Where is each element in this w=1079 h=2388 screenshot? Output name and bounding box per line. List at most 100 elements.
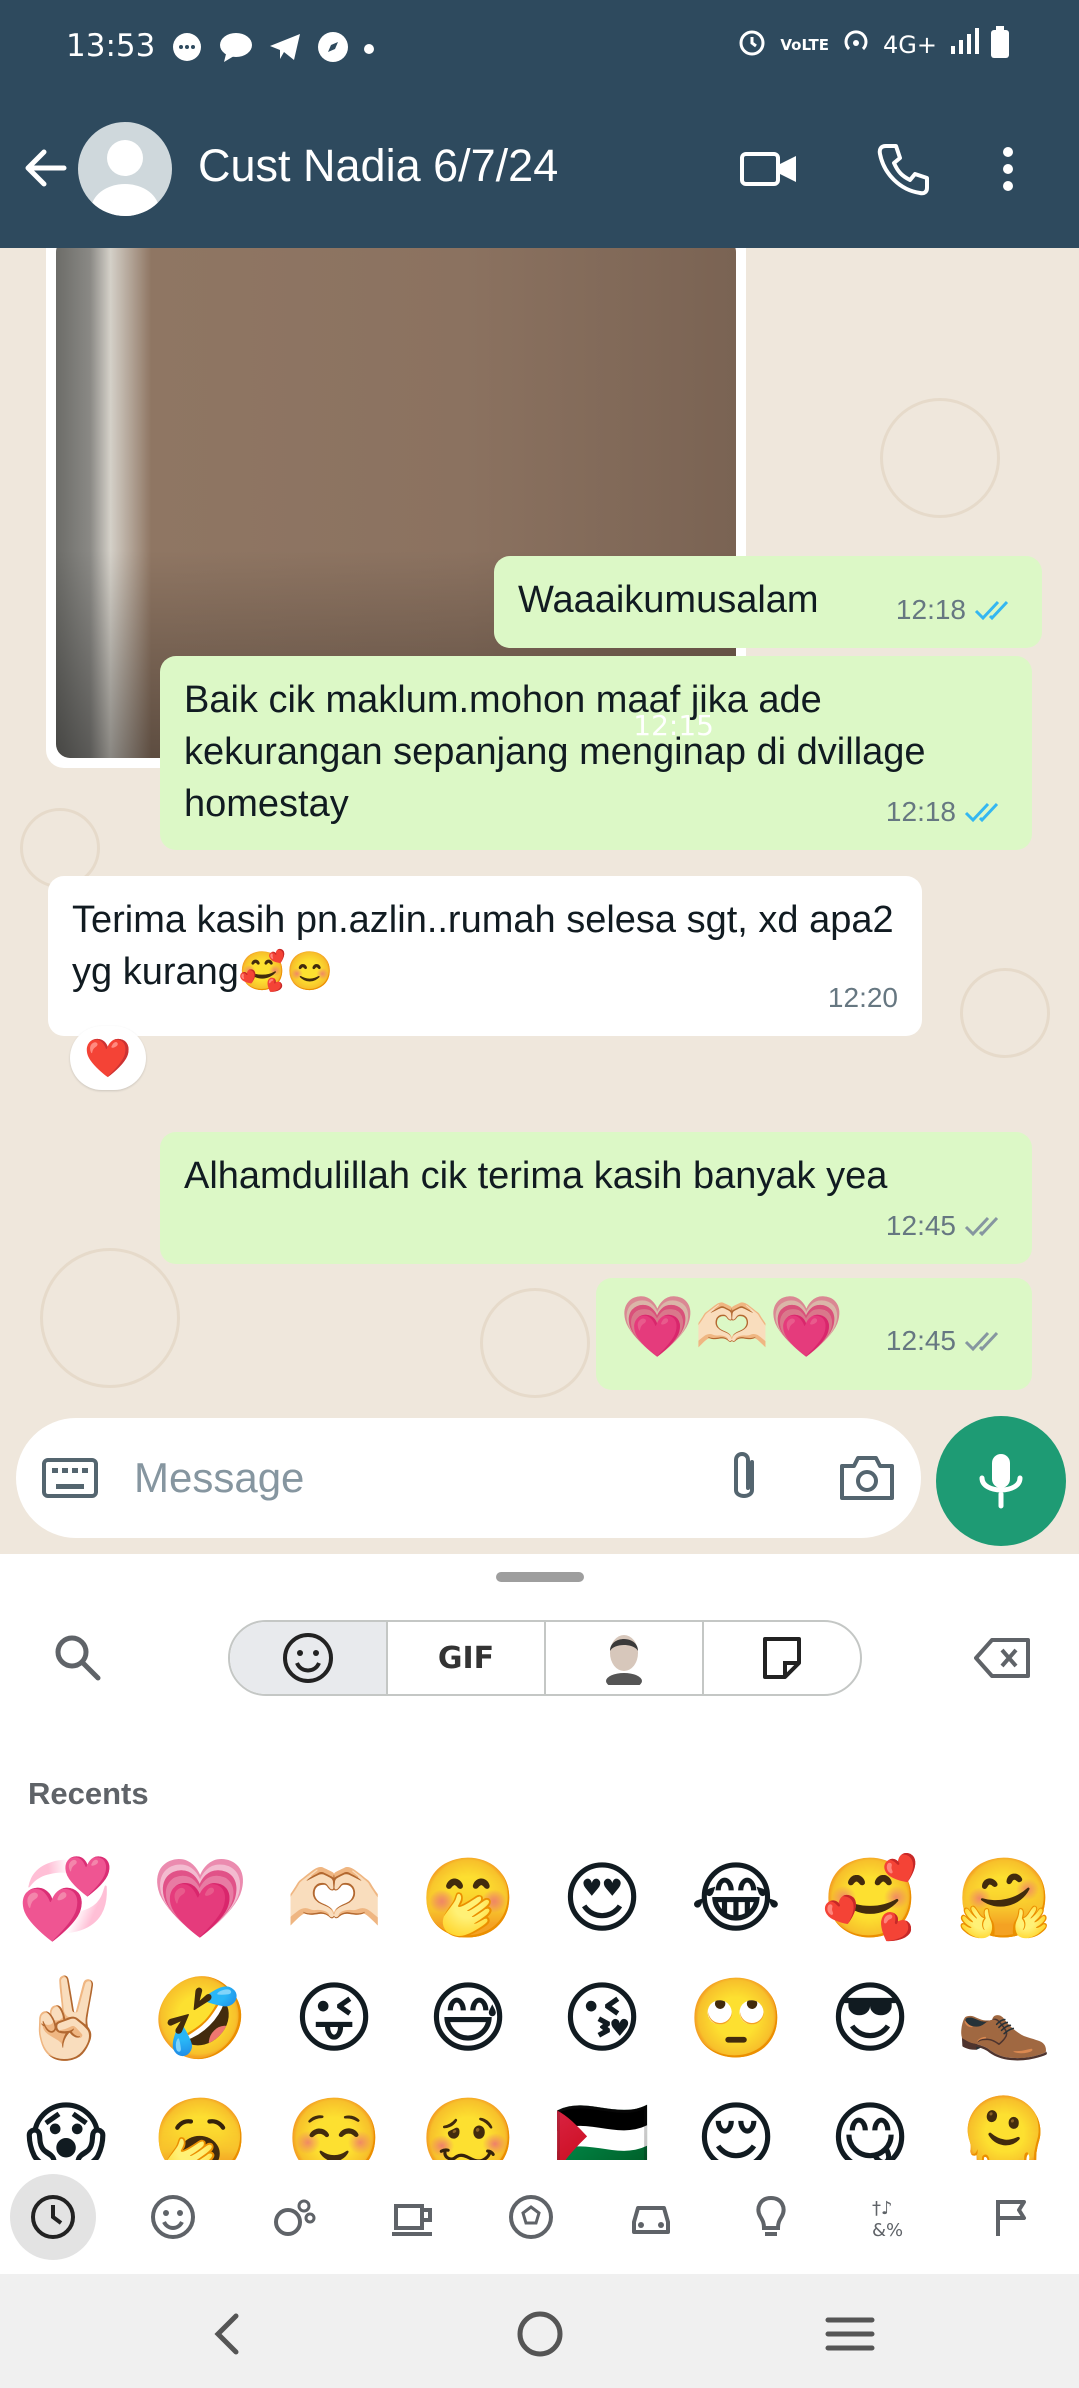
nav-back-icon[interactable]: [198, 2304, 258, 2364]
message-bubble[interactable]: Waaaikumusalam 12:18: [494, 556, 1042, 648]
attach-icon[interactable]: [716, 1448, 772, 1508]
emoji-item[interactable]: 💞: [6, 1844, 126, 1954]
delivered-receipt-icon: [964, 1216, 999, 1237]
message-meta: 12:20: [828, 972, 898, 1024]
wallpaper-doodle: [40, 1248, 180, 1388]
food-icon[interactable]: [370, 2174, 456, 2260]
wallpaper-doodle: [880, 398, 1000, 518]
microphone-icon: [979, 1454, 1023, 1509]
activity-icon[interactable]: [488, 2174, 574, 2260]
emoji-category-bar: †♪ &%: [0, 2160, 1079, 2274]
emoji-item[interactable]: 😂: [676, 1844, 796, 1954]
compass-icon: [316, 30, 350, 68]
message-input[interactable]: Message: [134, 1454, 304, 1502]
message-text: Waaaikumusalam: [518, 579, 819, 621]
read-receipt-icon: [974, 600, 1009, 621]
signal-icon: [949, 28, 979, 62]
emoji-item[interactable]: 😜: [274, 1964, 394, 2074]
emoji-item[interactable]: ✌🏻: [6, 1964, 126, 2074]
chat-notification-icon: [170, 30, 204, 68]
chat-title[interactable]: Cust Nadia 6/7/24: [198, 140, 558, 192]
back-arrow-icon[interactable]: [18, 140, 74, 196]
recent-icon[interactable]: [10, 2174, 96, 2260]
contact-avatar[interactable]: [78, 122, 172, 216]
emoji-item[interactable]: 😍: [542, 1844, 662, 1954]
flags-icon[interactable]: [968, 2174, 1054, 2260]
nav-recents-icon[interactable]: [820, 2304, 880, 2364]
recents-heading: Recents: [28, 1776, 149, 1811]
status-time: 13:53: [66, 28, 156, 64]
emoji-item[interactable]: 😅: [408, 1964, 528, 2074]
wallpaper-doodle: [960, 968, 1050, 1058]
message-meta: 12:45: [886, 1200, 1008, 1252]
wallpaper-doodle: [480, 1288, 590, 1398]
smiley-icon[interactable]: [130, 2174, 216, 2260]
emoji-item[interactable]: 💗: [140, 1844, 260, 1954]
emoji-item[interactable]: 🙄: [676, 1964, 796, 2074]
travel-icon[interactable]: [608, 2174, 694, 2260]
chat-area[interactable]: 12:15 Waaaikumusalam 12:18 Baik cik makl…: [0, 248, 1079, 1418]
message-composer: Message: [16, 1418, 921, 1538]
battery-icon: [991, 26, 1009, 64]
message-meta: 12:45: [886, 1304, 1008, 1378]
system-icons: VoLTE 4G+: [736, 26, 1009, 64]
tab-emoji[interactable]: [230, 1622, 386, 1694]
emoji-item[interactable]: 🥰: [810, 1844, 930, 1954]
message-text: 💗🫶🏻💗: [620, 1293, 845, 1360]
tab-gif[interactable]: GIF: [386, 1622, 544, 1694]
sticker-icon: [763, 1637, 801, 1679]
more-options-icon[interactable]: [988, 138, 1028, 200]
camera-icon[interactable]: [836, 1448, 898, 1508]
message-time: 12:45: [885, 1210, 956, 1241]
emoji-item[interactable]: 🤭: [408, 1844, 528, 1954]
symbols-icon[interactable]: †♪ &%: [848, 2174, 934, 2260]
emoji-item[interactable]: 🫶🏻: [274, 1844, 394, 1954]
message-bubble[interactable]: Terima kasih pn.azlin..rumah selesa sgt,…: [48, 876, 922, 1036]
app-header: 13:53 VoLTE 4G+ Cust Nadia 6/7/24: [0, 0, 1079, 248]
more-notifications-dot: [364, 44, 374, 54]
smiley-icon: [283, 1633, 333, 1683]
hotspot-icon: [841, 27, 871, 63]
emoji-grid: 💞 💗 🫶🏻 🤭 😍 😂 🥰 🤗 ✌🏻 🤣 😜 😅 😘 🙄 😎 👞 😱 🥱 ☺️…: [0, 1844, 1079, 2175]
svg-text:†♪: †♪: [872, 2198, 893, 2219]
gif-label: GIF: [437, 1640, 495, 1676]
tab-sticker[interactable]: [702, 1622, 860, 1694]
backspace-icon[interactable]: [974, 1636, 1032, 1680]
emoji-item[interactable]: 👞: [944, 1964, 1064, 2074]
avatar-sticker-icon: [606, 1635, 642, 1685]
volte-icon: VoLTE: [780, 35, 830, 54]
message-bubble-icon: [218, 30, 254, 68]
status-bar: 13:53 VoLTE 4G+: [0, 0, 1079, 96]
search-icon[interactable]: [50, 1630, 104, 1684]
telegram-icon: [268, 32, 302, 66]
network-type: 4G+: [883, 31, 937, 59]
message-time: 12:18: [895, 594, 966, 625]
message-bubble[interactable]: 💗🫶🏻💗 12:45: [596, 1278, 1032, 1390]
animals-icon[interactable]: [250, 2174, 336, 2260]
message-reaction[interactable]: ❤️: [70, 1026, 146, 1090]
emoji-item[interactable]: 🤣: [140, 1964, 260, 2074]
message-time: 12:45: [885, 1325, 956, 1356]
voice-record-button[interactable]: [936, 1416, 1066, 1546]
message-meta: 12:18: [896, 584, 1018, 636]
tab-avatar[interactable]: [544, 1622, 702, 1694]
emoji-item[interactable]: 😘: [542, 1964, 662, 2074]
emoji-item[interactable]: 🤗: [944, 1844, 1064, 1954]
alarm-icon: [736, 26, 768, 64]
video-call-icon[interactable]: [738, 138, 800, 200]
keyboard-icon[interactable]: [42, 1454, 98, 1502]
objects-icon[interactable]: [728, 2174, 814, 2260]
emoji-tabs: GIF: [228, 1620, 862, 1696]
system-navigation-bar: [0, 2274, 1079, 2388]
nav-home-icon[interactable]: [510, 2304, 570, 2364]
message-time: 12:18: [885, 796, 956, 827]
panel-drag-handle[interactable]: [496, 1572, 584, 1582]
emoji-item[interactable]: 😎: [810, 1964, 930, 2074]
message-bubble[interactable]: Baik cik maklum.mohon maaf jika ade keku…: [160, 656, 1032, 850]
message-meta: 12:18: [886, 786, 1008, 838]
voice-call-icon[interactable]: [872, 138, 934, 200]
message-bubble[interactable]: Alhamdulillah cik terima kasih banyak ye…: [160, 1132, 1032, 1264]
message-text: Baik cik maklum.mohon maaf jika ade keku…: [184, 679, 926, 825]
message-text: Terima kasih pn.azlin..rumah selesa sgt,…: [72, 899, 894, 993]
message-text: Alhamdulillah cik terima kasih banyak ye…: [184, 1155, 888, 1197]
